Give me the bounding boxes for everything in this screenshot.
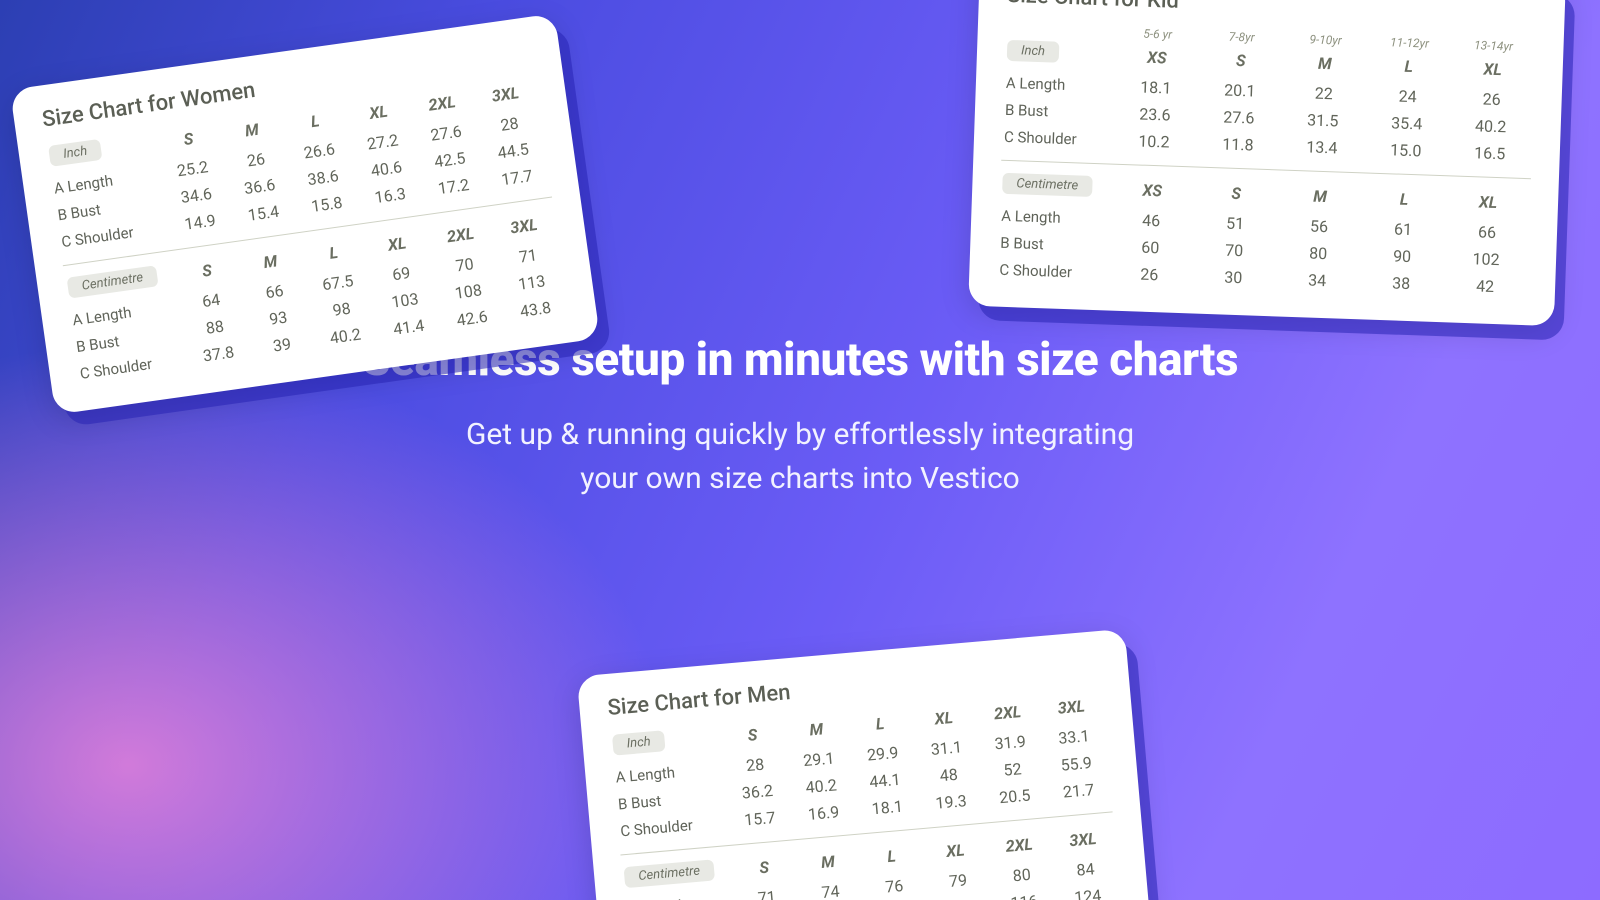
unit-pill-inch: Inch: [612, 730, 666, 755]
unit-pill-inch: Inch: [1007, 40, 1060, 63]
size-chart-card-men: Size Chart for Men Inch S M L XL 2XL 3XL…: [577, 629, 1153, 900]
unit-pill-cm: Centimetre: [67, 265, 159, 298]
unit-pill-inch: Inch: [48, 139, 102, 167]
unit-pill-cm: Centimetre: [1002, 173, 1092, 197]
unit-pill-cm: Centimetre: [624, 859, 715, 888]
size-chart-card-kid: Size Chart for Kid 5-6 yr 7-8yr 9-10yr 1…: [968, 0, 1566, 326]
hero-subtext: Get up & running quickly by effortlessly…: [250, 413, 1350, 500]
